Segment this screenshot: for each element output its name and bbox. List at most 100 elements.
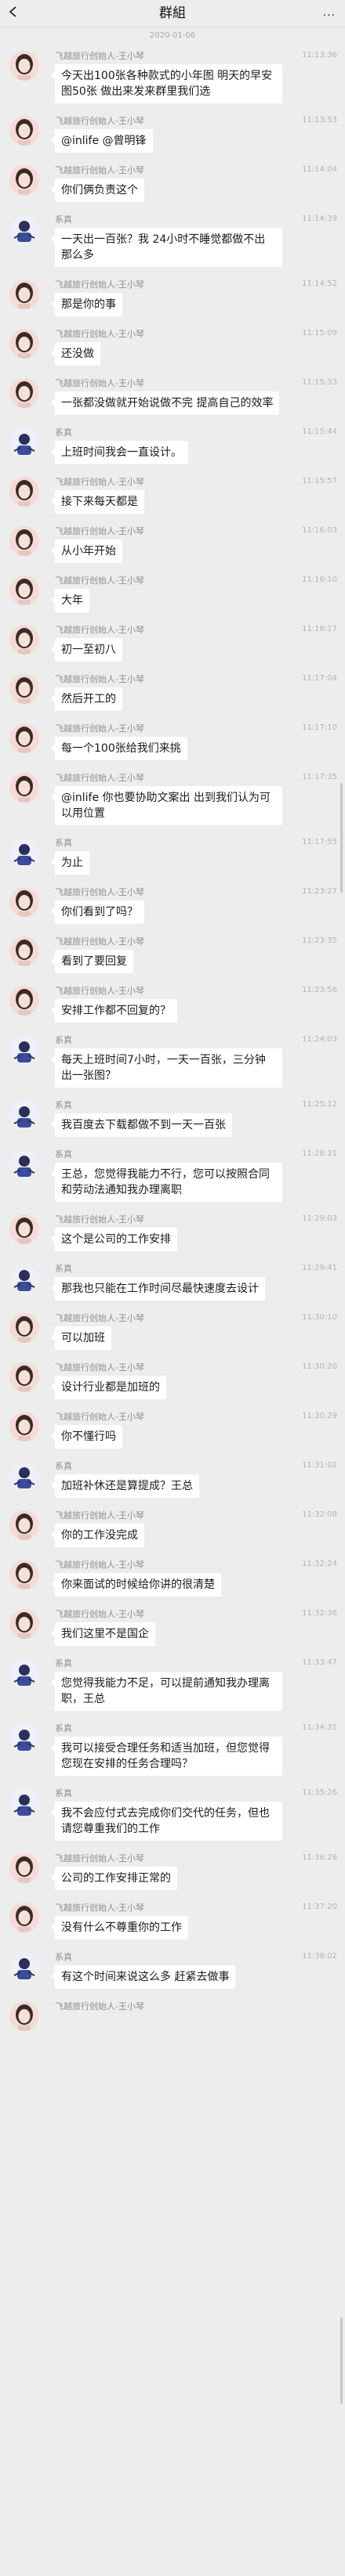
sender-name: 系真 xyxy=(55,1461,72,1471)
avatar[interactable] xyxy=(9,575,39,605)
message-bubble[interactable]: 还没做 xyxy=(51,342,100,366)
avatar[interactable] xyxy=(9,986,39,1016)
avatar[interactable] xyxy=(9,1853,39,1883)
avatar[interactable] xyxy=(9,723,39,753)
sender-name: 飞越旅行创始人-王小琴 xyxy=(55,1214,144,1225)
avatar[interactable] xyxy=(9,936,39,966)
message-bubble[interactable]: 你们俩负责这个 xyxy=(51,179,144,202)
avatar[interactable] xyxy=(9,165,39,195)
message-bubble[interactable]: 每天上班时间7小时，一天一百张，三分钟出一张图？ xyxy=(51,1048,282,1088)
message-item: 飞越旅行创始人-王小琴 11:15:09 还没做 xyxy=(0,323,345,372)
avatar[interactable] xyxy=(9,215,39,244)
message-bubble[interactable]: 我百度去下载都做不到一天一百张 xyxy=(51,1113,232,1137)
message-bubble[interactable]: 上班时间我会一直设计。 xyxy=(51,441,188,464)
message-bubble[interactable]: 每一个100张给我们来挑 xyxy=(51,737,187,760)
sender-name: 飞越旅行创始人-王小琴 xyxy=(55,526,144,536)
avatar[interactable] xyxy=(9,625,39,655)
message-bubble[interactable]: 公司的工作安排正常的 xyxy=(51,1867,177,1890)
message-bubble[interactable]: 大年 xyxy=(51,589,89,612)
avatar[interactable] xyxy=(9,1214,39,1244)
avatar[interactable] xyxy=(9,887,39,917)
message-item: 飞越旅行创始人-王小琴 11:16:10 大年 xyxy=(0,569,345,619)
avatar[interactable] xyxy=(9,1264,39,1293)
message-bubble[interactable]: 一张都没做就开始说做不完 提高自己的效率 xyxy=(50,391,280,415)
avatar[interactable] xyxy=(9,1362,39,1392)
message-bubble[interactable]: 设计行业都是加班的 xyxy=(51,1376,166,1399)
message-item: 飞越旅行创始人-王小琴 11:32:24 你来面试的时候给你讲的很清楚 xyxy=(0,1553,345,1603)
avatar[interactable] xyxy=(9,2001,39,2031)
message-time: 11:17:04 xyxy=(302,674,337,683)
more-options-icon[interactable]: ··· xyxy=(323,9,336,22)
avatar[interactable] xyxy=(9,1903,39,1932)
message-bubble[interactable]: 这个是公司的工作安排 xyxy=(51,1228,177,1251)
avatar[interactable] xyxy=(9,329,39,359)
avatar[interactable] xyxy=(9,428,39,457)
message-bubble[interactable]: 然后开工的 xyxy=(51,687,122,711)
message-bubble[interactable]: 加班补休还是算提成？王总 xyxy=(51,1474,199,1498)
message-bubble[interactable]: 可以加班 xyxy=(51,1326,111,1350)
sender-name: 飞越旅行创始人-王小琴 xyxy=(55,378,144,388)
message-bubble[interactable]: 那是你的事 xyxy=(51,293,122,316)
avatar[interactable] xyxy=(9,1313,39,1343)
message-bubble[interactable]: 您觉得我能力不足，可以提前通知我办理离职，王总 xyxy=(51,1672,282,1711)
message-time: 11:16:03 xyxy=(302,526,337,535)
avatar[interactable] xyxy=(9,1609,39,1639)
avatar[interactable] xyxy=(9,477,39,507)
avatar[interactable] xyxy=(9,1723,39,1753)
message-bubble[interactable]: 我不会应付式去完成你们交代的任务，但也请您尊重我们的工作 xyxy=(51,1802,282,1841)
avatar[interactable] xyxy=(9,773,39,803)
message-bubble[interactable]: 今天出100张各种款式的小年图 明天的早安图50张 做出来发来群里我们选 xyxy=(51,64,282,103)
message-item: 飞越旅行创始人-王小琴 11:29:03 这个是公司的工作安排 xyxy=(0,1208,345,1257)
sender-name: 飞越旅行创始人-王小琴 xyxy=(55,773,144,783)
message-bubble[interactable]: 我们这里不是国企 xyxy=(51,1622,155,1646)
avatar[interactable] xyxy=(9,51,39,81)
message-bubble[interactable]: @inlife @曾明锋 xyxy=(51,129,153,153)
message-item: 飞越旅行创始人-王小琴 11:30:29 你不懂行吗 xyxy=(0,1405,345,1455)
sender-name: 系真 xyxy=(55,1035,72,1045)
message-bubble[interactable]: 我可以接受合理任务和适当加班，但您觉得您现在安排的任务合理吗？ xyxy=(51,1737,282,1776)
message-time: 11:17:10 xyxy=(302,723,337,732)
scrollbar[interactable] xyxy=(340,783,343,893)
avatar[interactable] xyxy=(9,1510,39,1540)
message-bubble[interactable]: 你们看到了吗？ xyxy=(51,900,144,924)
avatar[interactable] xyxy=(9,378,39,408)
message-item: 系真 11:34:31 我可以接受合理任务和适当加班，但您觉得您现在安排的任务合理吗… xyxy=(0,1717,345,1782)
avatar[interactable] xyxy=(9,1100,39,1130)
avatar[interactable] xyxy=(9,1149,39,1179)
message-bubble[interactable]: 接下来每天都是 xyxy=(51,490,144,514)
avatar[interactable] xyxy=(9,1461,39,1491)
avatar[interactable] xyxy=(9,280,39,309)
date-separator: 2020-01-06 xyxy=(149,31,196,40)
message-bubble[interactable]: 有这个时间来说这么多 赶紧去做事 xyxy=(50,1965,236,1989)
message-bubble[interactable]: 为止 xyxy=(51,851,89,875)
message-time: 11:28:21 xyxy=(302,1149,337,1158)
message-bubble[interactable]: 那我也只能在工作时间尽最快速度去设计 xyxy=(51,1277,265,1301)
avatar[interactable] xyxy=(9,1788,39,1818)
avatar[interactable] xyxy=(9,838,39,868)
scrollbar-lower[interactable] xyxy=(340,2318,343,2404)
message-bubble[interactable]: 安排工作都不回复的？ xyxy=(51,999,177,1023)
message-bubble[interactable]: 没有什么不尊重你的工作 xyxy=(51,1916,188,1939)
message-item: 飞越旅行创始人-王小琴 11:30:10 可以加班 xyxy=(0,1307,345,1356)
message-bubble[interactable]: @inlife 你也要协助文案出 出到我们认为可以用位置 xyxy=(51,786,282,825)
message-bubble[interactable]: 你来面试的时候给你讲的很清楚 xyxy=(51,1573,221,1596)
avatar[interactable] xyxy=(9,526,39,556)
avatar[interactable] xyxy=(9,116,39,146)
avatar[interactable] xyxy=(9,1035,39,1065)
avatar[interactable] xyxy=(9,674,39,704)
message-bubble[interactable]: 初一至初八 xyxy=(51,638,122,662)
message-bubble[interactable]: 你的工作没完成 xyxy=(51,1524,144,1547)
avatar[interactable] xyxy=(9,1952,39,1982)
avatar[interactable] xyxy=(9,1560,39,1589)
message-bubble[interactable]: 一天出一百张？我 24小时不睡觉都做不出那么多 xyxy=(51,228,282,267)
message-item: 系真 11:29:41 那我也只能在工作时间尽最快速度去设计 xyxy=(0,1257,345,1307)
message-bubble[interactable]: 王总，您觉得我能力不行，您可以按照合同和劳动法通知我办理离职 xyxy=(51,1163,282,1202)
avatar[interactable] xyxy=(9,1412,39,1441)
message-time: 11:30:20 xyxy=(302,1362,337,1371)
message-bubble[interactable]: 看到了要回复 xyxy=(51,950,133,973)
avatar[interactable] xyxy=(9,1658,39,1688)
message-bubble[interactable]: 从小年开始 xyxy=(51,539,122,563)
message-time: 11:23:56 xyxy=(302,986,337,994)
message-bubble[interactable]: 你不懂行吗 xyxy=(51,1425,122,1449)
sender-name: 飞越旅行创始人-王小琴 xyxy=(55,887,144,897)
